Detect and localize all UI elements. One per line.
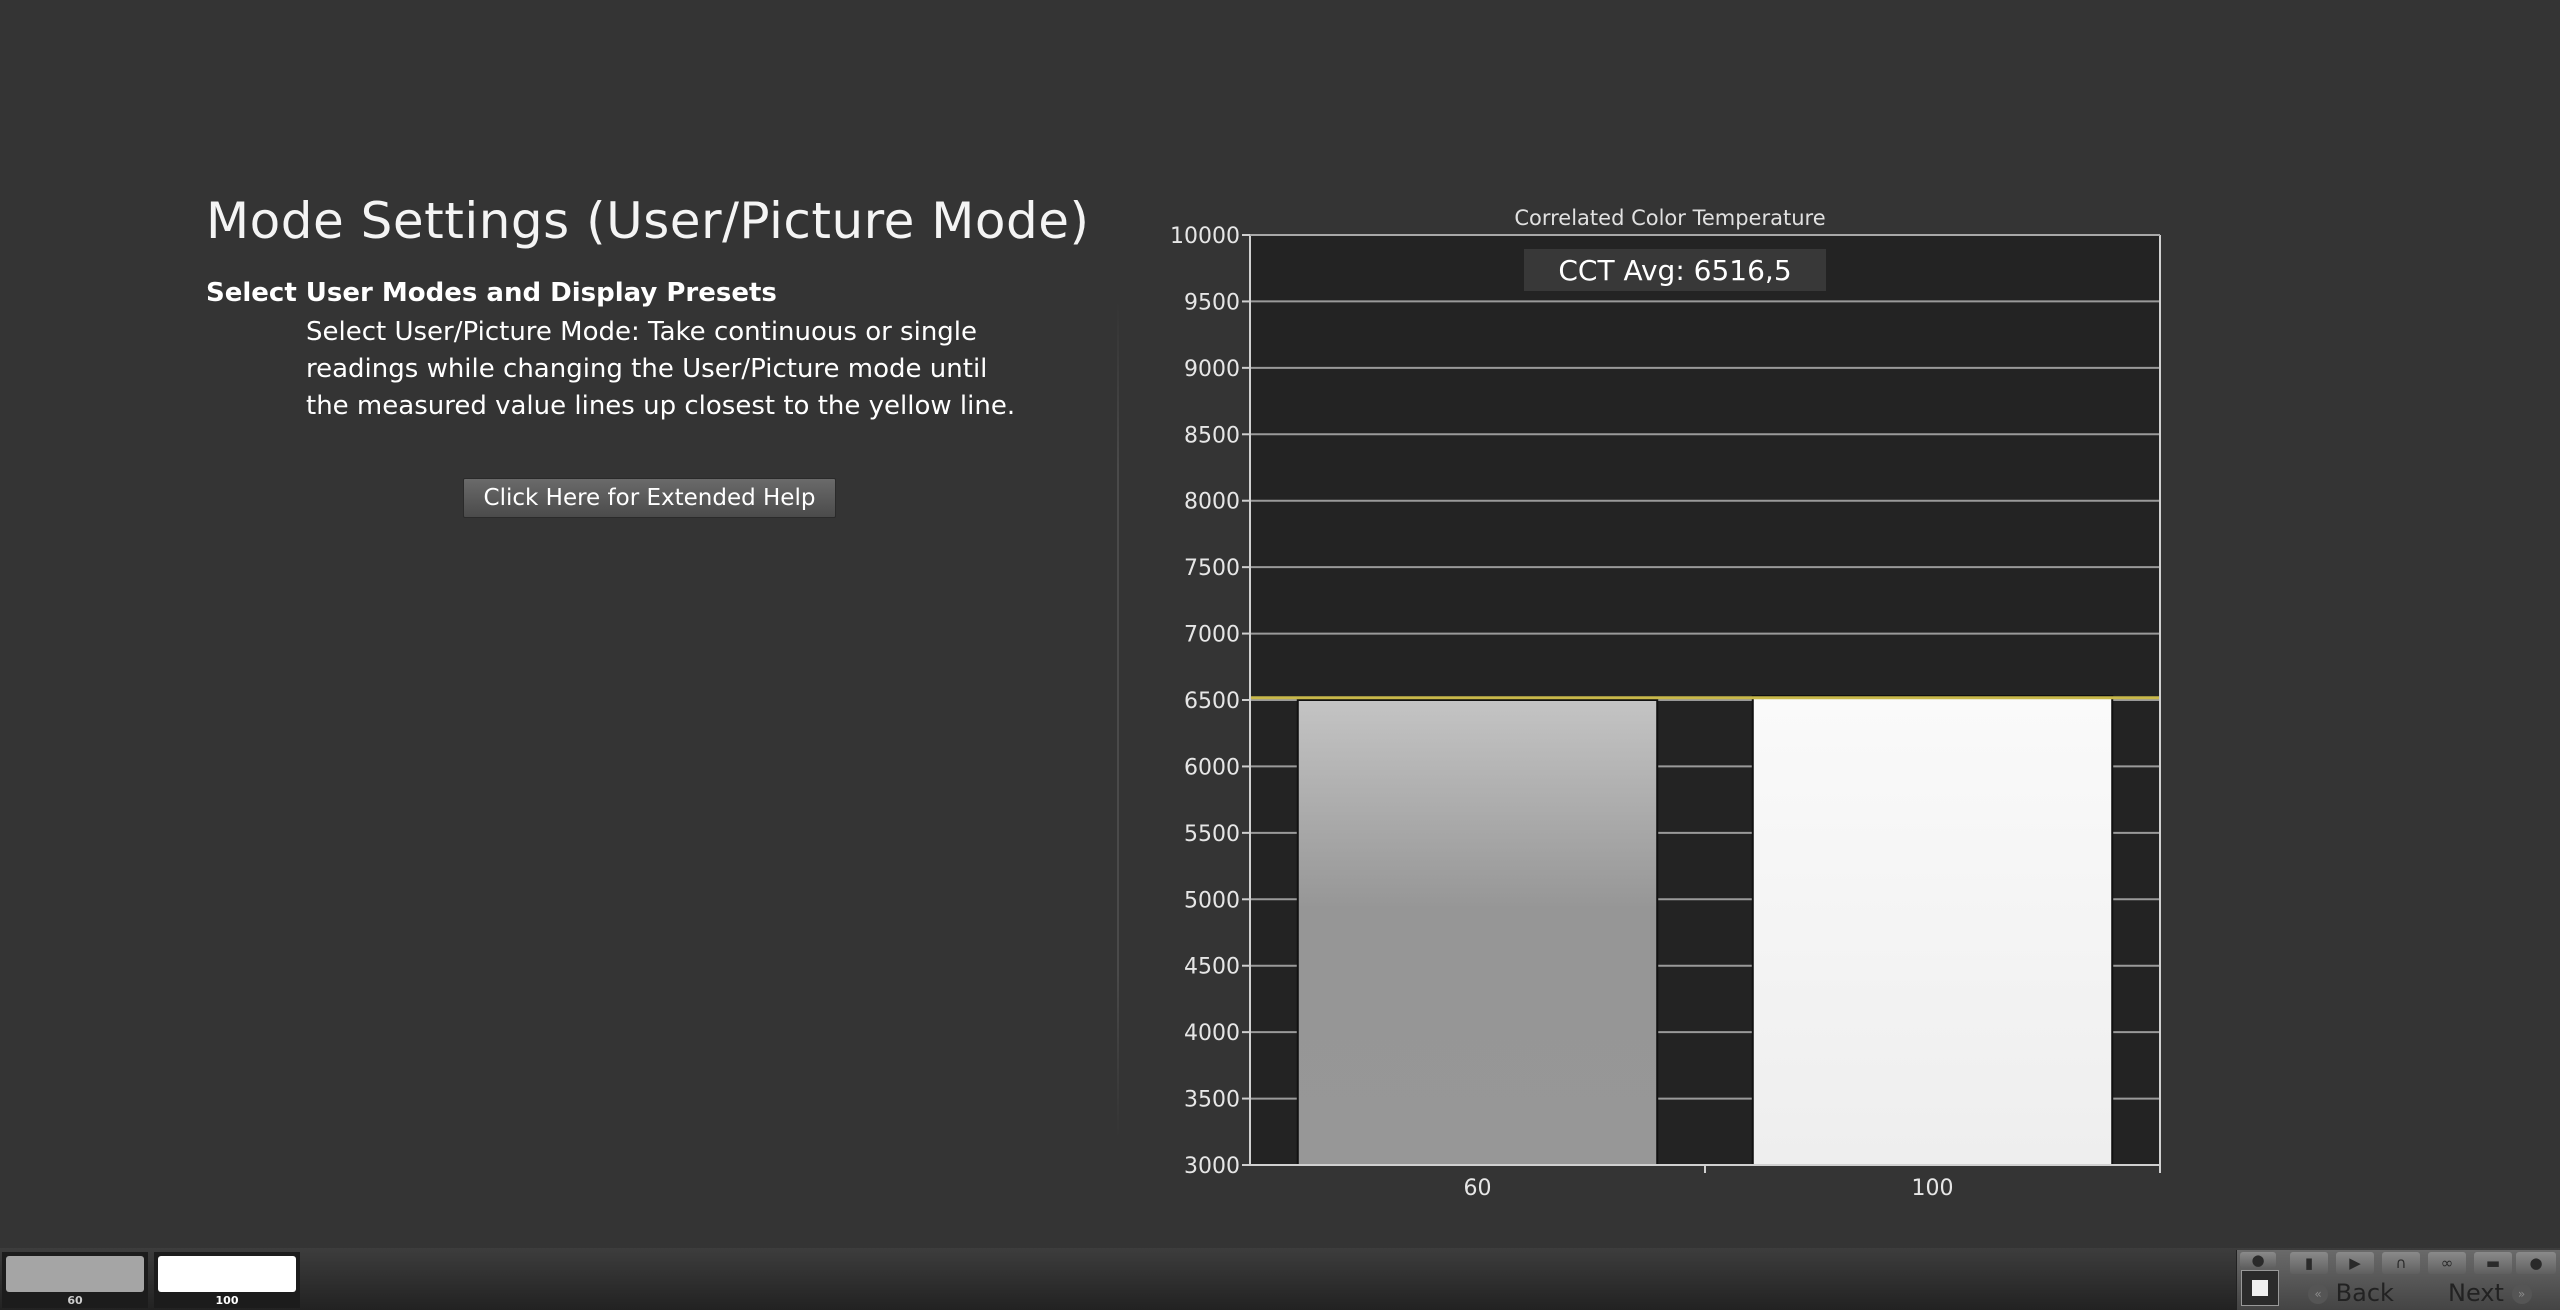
dark-icon[interactable]: ● [2516,1252,2556,1274]
y-tick-label: 9000 [1184,357,1240,382]
back-label: Back [2335,1279,2394,1307]
thumbnail-60[interactable]: 60 [2,1252,148,1308]
y-tick-label: 6500 [1184,689,1240,714]
thumbnail-swatch-60 [6,1256,144,1292]
bottom-bar [0,1248,2560,1310]
thumbnail-100[interactable]: 100 [154,1252,300,1308]
back-arrow-icon: « [2308,1284,2328,1304]
thumbnail-swatch-100 [158,1256,296,1292]
y-tick-label: 4500 [1184,955,1240,980]
thumbnail-label: 60 [67,1294,83,1307]
next-arrow-icon: » [2511,1284,2532,1304]
next-label: Next [2448,1279,2504,1307]
bar-60 [1296,699,1659,1166]
eye-icon[interactable]: ● [2240,1252,2276,1268]
chart-title: Correlated Color Temperature [1514,206,1825,230]
bar-100 [1751,695,2114,1166]
y-tick-label: 8500 [1184,423,1240,448]
stop-button[interactable] [2241,1270,2279,1306]
y-tick-label: 5000 [1184,888,1240,913]
loop-icon[interactable]: ∞ [2428,1252,2466,1274]
y-tick-label: 3500 [1184,1088,1240,1113]
section-heading: Select User Modes and Display Presets [206,278,777,308]
play-icon[interactable]: ▶ [2336,1252,2374,1274]
y-tick-label: 9500 [1184,290,1240,315]
instructions-text: Select User/Picture Mode: Take continuou… [306,317,1016,421]
y-tick-label: 10000 [1170,224,1240,249]
x-tick-label: 60 [1464,1176,1492,1201]
extended-help-button[interactable]: Click Here for Extended Help [463,478,836,518]
y-tick-label: 7500 [1184,556,1240,581]
cct-chart: 3000 3500 4000 4500 5000 5500 6000 6500 7000 7500… [1170,206,2161,1201]
y-tick-label: 5500 [1184,822,1240,847]
save-icon[interactable]: ▬ [2474,1252,2512,1274]
cct-avg-label: CCT Avg: 6516,5 [1558,254,1791,287]
panel-divider [1117,300,1119,1140]
thumbnail-label: 100 [215,1294,239,1307]
delete-icon[interactable]: ▮ [2290,1252,2328,1274]
y-tick-label: 6000 [1184,755,1240,780]
y-tick-label: 3000 [1184,1154,1240,1179]
back-button[interactable]: « Back [2308,1278,2394,1308]
hold-icon[interactable]: ∩ [2382,1252,2420,1274]
y-tick-label: 8000 [1184,490,1240,515]
page-title: Mode Settings (User/Picture Mode) [206,192,1090,250]
y-tick-label: 4000 [1184,1021,1240,1046]
y-tick-label: 7000 [1184,623,1240,648]
next-button[interactable]: Next » [2448,1278,2532,1308]
x-tick-label: 100 [1912,1176,1954,1201]
